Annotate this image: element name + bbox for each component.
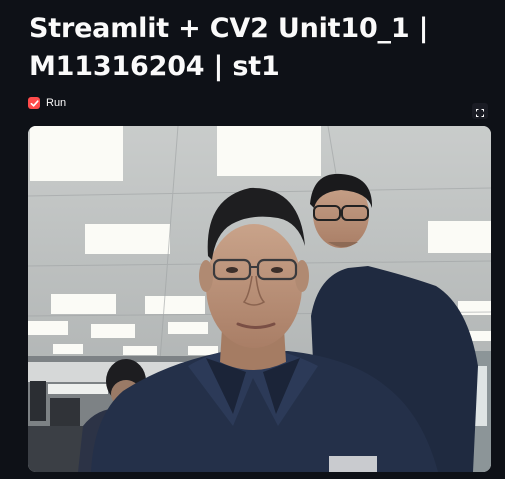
streamlit-app: Streamlit + CV2 Unit10_1 | M11316204 | s… <box>0 0 505 479</box>
run-checkbox[interactable]: Run <box>28 97 66 109</box>
page-title: Streamlit + CV2 Unit10_1 | M11316204 | s… <box>29 13 429 82</box>
webcam-image <box>28 126 491 472</box>
checkbox-checked-icon[interactable] <box>28 97 40 109</box>
fullscreen-icon <box>476 102 484 121</box>
run-checkbox-label: Run <box>46 97 67 109</box>
fullscreen-button[interactable] <box>472 103 488 119</box>
webcam-video-frame <box>28 126 491 472</box>
